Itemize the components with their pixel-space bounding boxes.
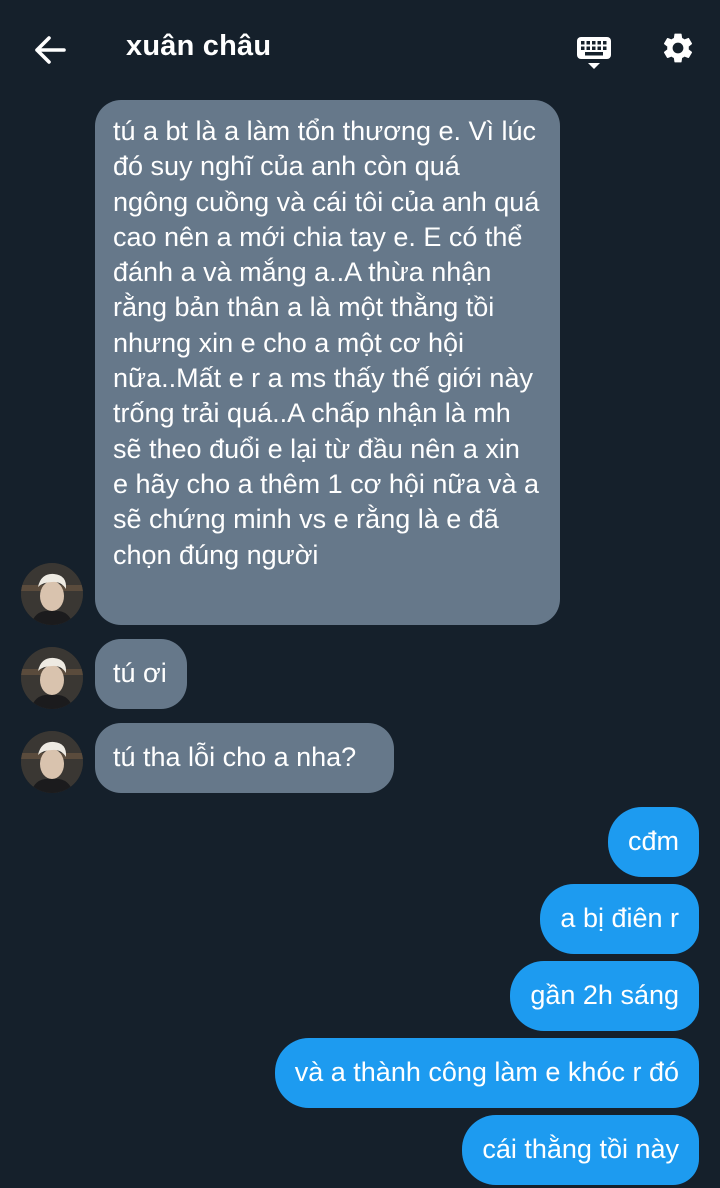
keyboard-icon	[577, 37, 611, 69]
profile-photo	[21, 731, 83, 793]
outgoing-message[interactable]: gần 2h sáng	[510, 961, 699, 1031]
incoming-message[interactable]: tú a bt là a làm tổn thương e. Vì lúc đó…	[95, 100, 560, 625]
contact-avatar[interactable]	[21, 563, 83, 625]
profile-photo	[21, 563, 83, 625]
arrow-left-icon	[35, 36, 66, 64]
conversation-title: xuân châu	[126, 30, 272, 62]
outgoing-message[interactable]: a bị điên r	[540, 884, 699, 954]
outgoing-message[interactable]: cái thằng tồi này	[462, 1115, 699, 1185]
incoming-message[interactable]: tú tha lỗi cho a nha?	[95, 723, 394, 793]
contact-avatar[interactable]	[21, 647, 83, 709]
incoming-message[interactable]: tú ơi	[95, 639, 187, 709]
contact-avatar[interactable]	[21, 731, 83, 793]
profile-photo	[21, 647, 83, 709]
outgoing-message[interactable]: và a thành công làm e khóc r đó	[274, 1038, 699, 1108]
back-button[interactable]	[26, 26, 74, 74]
chat-header: xuân châu	[0, 0, 720, 98]
outgoing-message[interactable]: cđm	[607, 807, 699, 877]
keyboard-button[interactable]	[570, 28, 618, 76]
settings-button[interactable]	[654, 24, 702, 72]
gear-icon	[663, 33, 693, 63]
